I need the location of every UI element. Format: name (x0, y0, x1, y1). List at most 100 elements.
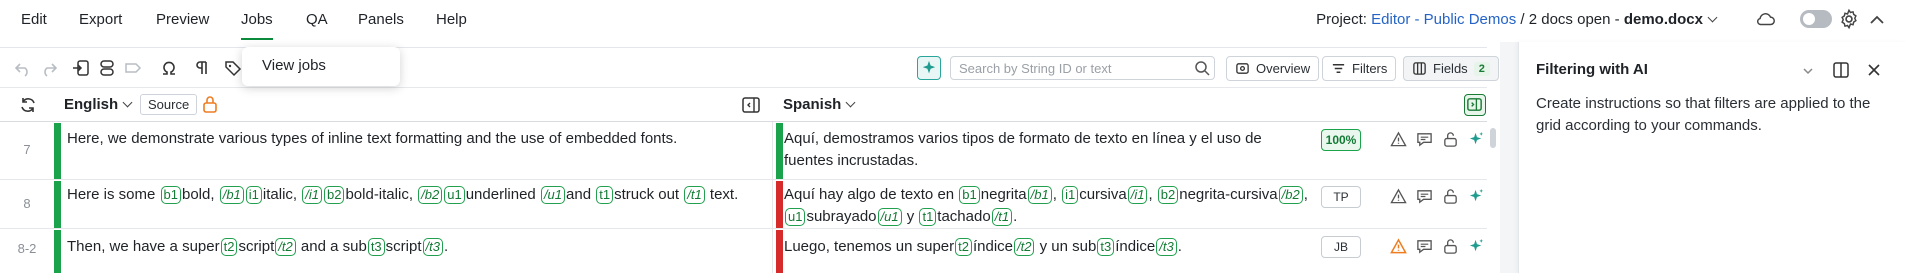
menu-help[interactable]: Help (436, 11, 467, 28)
search-input[interactable] (951, 57, 1181, 79)
inline-tag[interactable]: /t3 (422, 238, 443, 256)
inline-tag[interactable]: /t1 (684, 186, 705, 204)
inline-tag[interactable]: u1 (785, 208, 806, 226)
table-row[interactable]: 8 Here is some b1 bold, /b1 i1 italic, /i1 b… (0, 181, 1487, 229)
menu-item-view-jobs[interactable]: View jobs (262, 57, 326, 74)
match-percent-badge: 100% (1321, 129, 1361, 151)
inline-tag[interactable]: i1 (1062, 186, 1079, 204)
label-tag-icon[interactable] (224, 59, 242, 77)
panel-description: Create instructions so that filters are … (1536, 95, 1871, 134)
row-number: 8-2 (17, 241, 37, 256)
inline-tag[interactable]: /i1 (1127, 186, 1148, 204)
inline-tag[interactable]: /u1 (877, 208, 902, 226)
inline-tag[interactable]: i1 (245, 186, 262, 204)
menu-panels[interactable]: Panels (358, 11, 404, 28)
inline-tag[interactable]: t3 (1097, 238, 1115, 256)
scrollbar[interactable] (1490, 128, 1496, 148)
fields-button[interactable]: Fields 2 (1403, 56, 1499, 81)
inline-tag[interactable]: t2 (220, 238, 238, 256)
inline-tag[interactable]: u1 (444, 186, 465, 204)
source-segment[interactable]: Then, we have a super t2 script/t2 and a s… (67, 236, 448, 258)
menu-edit[interactable]: Edit (21, 11, 47, 28)
insert-source-icon[interactable] (72, 59, 90, 77)
target-segment-line[interactable]: u1 subrayado/u1 y t1 tachado/t1. (784, 206, 1017, 228)
lock-icon[interactable] (202, 95, 218, 113)
comment-icon[interactable] (1416, 238, 1433, 255)
source-segment[interactable]: Here, we demonstrate various types of in… (67, 128, 677, 150)
warning-icon[interactable] (1390, 238, 1407, 255)
dock-panel-icon[interactable] (1831, 60, 1851, 80)
copy-tags-icon[interactable] (98, 59, 116, 77)
unlock-icon[interactable] (1442, 188, 1459, 205)
target-segment-line[interactable]: Luego, tenemos un super t2 índice/t2 y un … (784, 236, 1182, 258)
source-status-bar (54, 230, 61, 273)
side-panel-toggle-icon[interactable] (1464, 94, 1486, 116)
cloud-icon[interactable] (1755, 10, 1777, 28)
inline-tag[interactable]: /b2 (1278, 186, 1303, 204)
unlock-icon[interactable] (1442, 131, 1459, 148)
chevron-down-icon[interactable] (1707, 12, 1718, 23)
inline-tag[interactable]: b2 (323, 186, 345, 204)
menu-export[interactable]: Export (79, 11, 122, 28)
target-language-dropdown[interactable]: Spanish (783, 96, 856, 113)
project-separator: / (1520, 11, 1525, 28)
inline-tag[interactable]: t3 (367, 238, 385, 256)
overview-icon (1236, 63, 1249, 74)
inline-tag[interactable]: /u1 (540, 186, 566, 204)
panel-title: Filtering with AI (1536, 61, 1648, 78)
table-row[interactable]: 8-2 Then, we have a super t2 script/t2 and… (0, 230, 1487, 273)
inline-tag[interactable]: b1 (959, 186, 980, 204)
gear-icon[interactable] (1838, 8, 1860, 30)
omega-icon[interactable] (160, 59, 178, 77)
unlock-icon[interactable] (1442, 238, 1459, 255)
menu-qa[interactable]: QA (306, 11, 328, 28)
inline-tag[interactable]: t1 (596, 186, 614, 204)
inline-tag[interactable]: /i1 (302, 186, 322, 204)
source-segment[interactable]: Here is some b1 bold, /b1 i1 italic, /i1 b2 b… (67, 184, 738, 206)
menu-preview[interactable]: Preview (156, 11, 209, 28)
inline-tag[interactable]: t2 (955, 238, 972, 256)
sparkle-icon[interactable] (1468, 238, 1485, 255)
target-language-label: Spanish (783, 96, 842, 113)
sync-icon[interactable] (19, 96, 37, 114)
dark-mode-toggle[interactable] (1800, 10, 1832, 28)
filters-button[interactable]: Filters (1322, 56, 1397, 81)
search-icon[interactable] (1194, 60, 1210, 76)
close-icon[interactable] (1864, 60, 1884, 80)
sparkle-icon[interactable] (1468, 131, 1485, 148)
inline-tag[interactable]: b1 (160, 186, 181, 204)
target-segment-line[interactable]: Aquí, demostramos varios tipos de format… (784, 128, 1262, 150)
target-segment-line[interactable]: Aquí hay algo de texto en b1 negrita/b1, … (784, 184, 1308, 206)
sparkle-icon[interactable] (1468, 188, 1485, 205)
overview-button[interactable]: Overview (1226, 56, 1320, 81)
inline-tag[interactable]: /b1 (1027, 186, 1052, 204)
inline-tag[interactable]: /t1 (991, 208, 1013, 226)
tag-shape-icon[interactable] (124, 59, 142, 77)
inline-tag[interactable]: /t3 (1156, 238, 1177, 256)
table-row[interactable]: 7 Here, we demonstrate various types of … (0, 123, 1487, 180)
inline-tag[interactable]: /b2 (418, 186, 443, 204)
menu-jobs[interactable]: Jobs (241, 11, 273, 40)
chevron-down-icon[interactable] (1801, 64, 1815, 78)
inline-tag[interactable]: /t2 (1014, 238, 1035, 256)
inline-tag[interactable]: /t2 (275, 238, 296, 256)
undo-icon[interactable] (14, 59, 32, 77)
pilcrow-icon[interactable] (193, 59, 211, 77)
warning-icon[interactable] (1390, 188, 1407, 205)
redo-icon[interactable] (40, 59, 58, 77)
collapse-panel-icon[interactable] (741, 95, 761, 115)
comment-icon[interactable] (1416, 131, 1433, 148)
inline-tag[interactable]: t1 (919, 208, 937, 226)
inline-tag[interactable]: /b1 (219, 186, 244, 204)
comment-icon[interactable] (1416, 188, 1433, 205)
inline-tag[interactable]: b2 (1157, 186, 1179, 204)
warning-icon[interactable] (1390, 131, 1407, 148)
project-name-link[interactable]: Editor - Public Demos (1371, 11, 1516, 28)
ai-sparkle-button[interactable] (917, 56, 941, 80)
target-segment-line[interactable]: fuentes incrustadas. (784, 150, 918, 172)
current-doc-dropdown[interactable]: demo.docx (1624, 11, 1703, 28)
chevron-up-icon[interactable] (1866, 9, 1888, 31)
editor-grid: Overview Filters Fields 2 English Source… (0, 47, 1499, 273)
column-divider[interactable] (772, 122, 773, 273)
source-language-dropdown[interactable]: English (64, 96, 133, 113)
